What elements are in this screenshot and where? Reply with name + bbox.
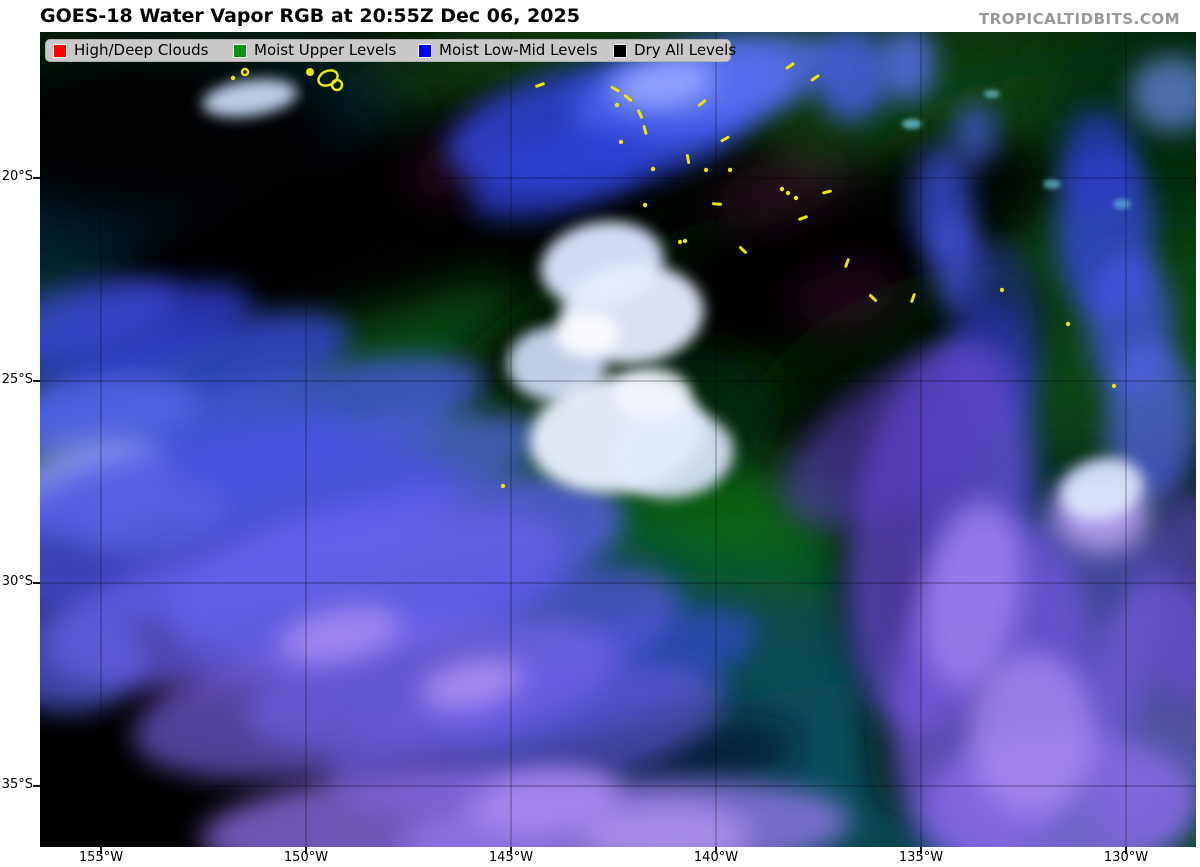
legend-label-moist-upper-levels: Moist Upper Levels: [254, 40, 396, 61]
site-watermark: TROPICALTIDBITS.COM: [979, 10, 1180, 28]
x-axis-label: 145°W: [476, 850, 546, 865]
legend-swatch-moist-low-mid-levels: [418, 44, 432, 58]
legend-label-moist-low-mid-levels: Moist Low-Mid Levels: [439, 40, 598, 61]
y-axis-label: 30°S: [0, 574, 33, 589]
satellite-imagery: [40, 32, 1196, 847]
y-axis-tick: [33, 785, 40, 787]
legend-swatch-dry-all-levels: [613, 44, 627, 58]
y-axis-tick: [33, 380, 40, 382]
water-vapor-blobs: [40, 32, 1196, 847]
y-axis-tick: [33, 582, 40, 584]
page: { "title": "GOES-18 Water Vapor RGB at 2…: [0, 0, 1200, 867]
x-axis-label: 155°W: [66, 850, 136, 865]
legend-swatch-moist-upper-levels: [233, 44, 247, 58]
x-axis-label: 130°W: [1091, 850, 1161, 865]
x-axis-label: 140°W: [681, 850, 751, 865]
page-title: GOES-18 Water Vapor RGB at 20:55Z Dec 06…: [40, 5, 580, 27]
y-axis-label: 35°S: [0, 777, 33, 792]
satellite-map: High/Deep Clouds Moist Upper Levels Mois…: [40, 32, 1196, 847]
y-axis-label: 20°S: [0, 169, 33, 184]
legend-swatch-high-deep-clouds: [53, 44, 67, 58]
legend-label-high-deep-clouds: High/Deep Clouds: [74, 40, 209, 61]
x-axis-label: 150°W: [271, 850, 341, 865]
legend-label-dry-all-levels: Dry All Levels: [634, 40, 736, 61]
y-axis-label: 25°S: [0, 372, 33, 387]
x-axis-label: 135°W: [886, 850, 956, 865]
legend-item-high-deep-clouds: High/Deep Clouds: [53, 40, 209, 61]
legend-item-moist-low-mid-levels: Moist Low-Mid Levels: [418, 40, 598, 61]
legend-item-dry-all-levels: Dry All Levels: [613, 40, 736, 61]
legend-item-moist-upper-levels: Moist Upper Levels: [233, 40, 396, 61]
legend-bar: High/Deep Clouds Moist Upper Levels Mois…: [45, 39, 731, 62]
y-axis-tick: [33, 177, 40, 179]
